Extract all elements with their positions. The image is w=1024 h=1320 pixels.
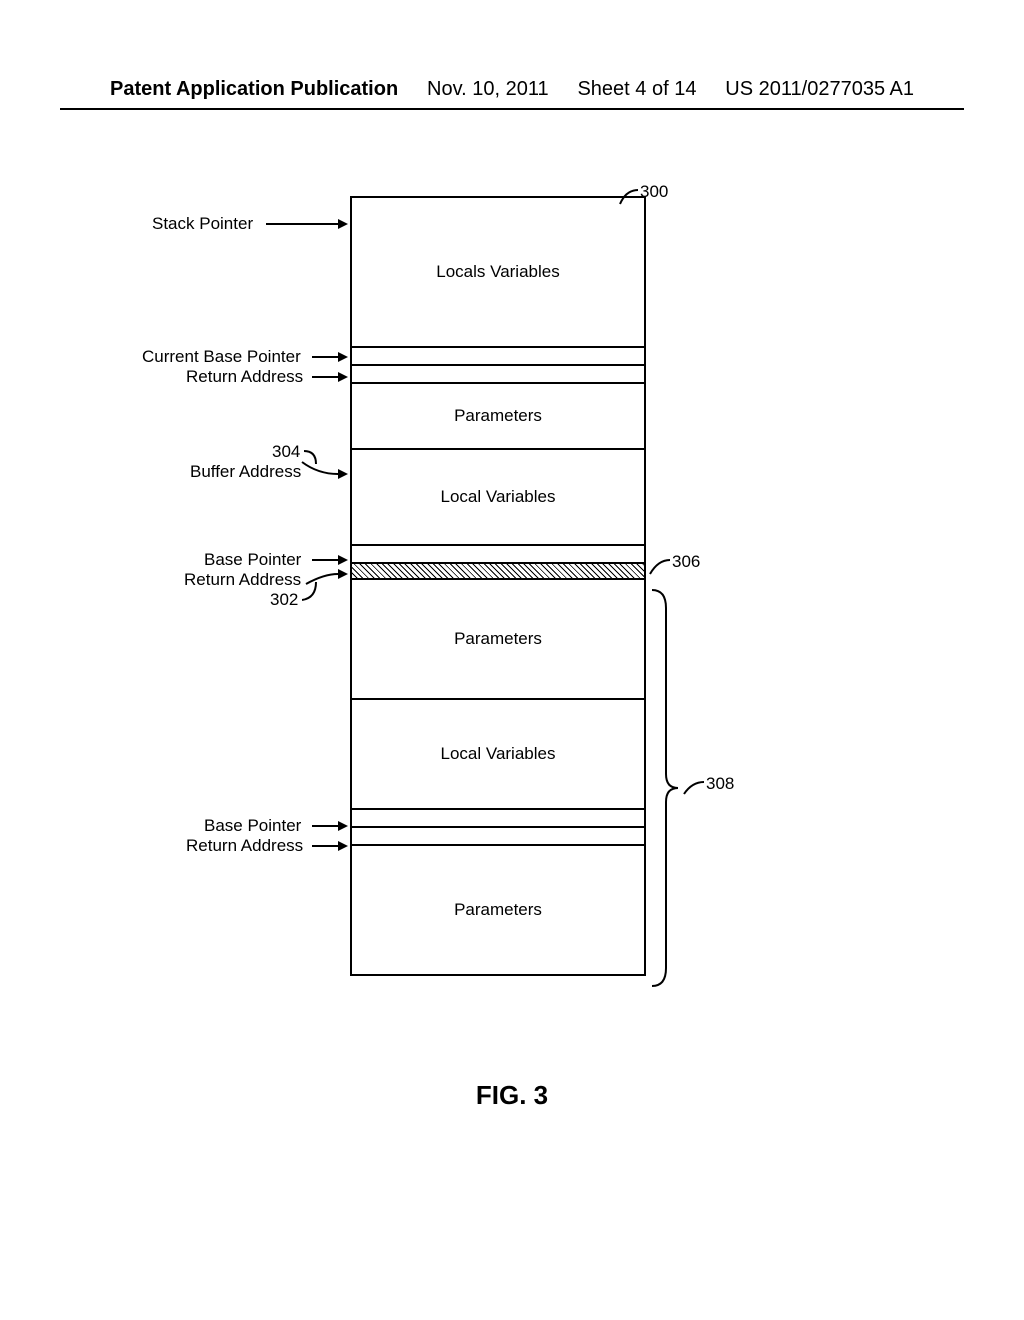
callout-306-hook	[648, 558, 672, 578]
page-header: Patent Application Publication Nov. 10, …	[0, 78, 1024, 101]
header-left: Patent Application Publication	[110, 78, 398, 101]
label-stack-pointer: Stack Pointer	[152, 214, 253, 234]
stack-diagram: Locals Variables Parameters Local Variab…	[350, 196, 646, 976]
figure-caption: FIG. 3	[0, 1080, 1024, 1111]
cell-local-vars-1: Local Variables	[352, 450, 644, 546]
callout-308-hook	[682, 780, 706, 800]
arrow-base-pointer-1	[312, 552, 348, 568]
ref-308: 308	[706, 774, 734, 794]
brace-308	[650, 588, 680, 988]
callout-300-hook	[616, 188, 640, 208]
ref-304: 304	[272, 442, 300, 462]
ref-300: 300	[640, 182, 668, 202]
header-docnum: US 2011/0277035 A1	[725, 78, 914, 101]
cell-parameters-3: Parameters	[352, 846, 644, 974]
arrow-buffer-address	[300, 460, 348, 482]
label-base-pointer-1: Base Pointer	[204, 550, 301, 570]
arrow-stack-pointer	[266, 216, 348, 232]
header-date: Nov. 10, 2011	[427, 78, 549, 101]
cell-locals-top: Locals Variables	[352, 198, 644, 348]
label-return-address-3: Return Address	[186, 836, 303, 856]
header-rule	[60, 108, 964, 110]
label-return-address-1: Return Address	[186, 367, 303, 387]
label-base-pointer-2: Base Pointer	[204, 816, 301, 836]
arrow-base-pointer-2	[312, 818, 348, 834]
ref-306: 306	[672, 552, 700, 572]
arrow-current-base-pointer	[312, 349, 348, 365]
label-return-address-2: Return Address	[184, 570, 301, 590]
label-buffer-address: Buffer Address	[190, 462, 301, 482]
cell-current-base-pointer	[352, 348, 644, 366]
arrow-return-address-1	[312, 369, 348, 385]
cell-local-vars-2: Local Variables	[352, 700, 644, 810]
arrow-return-address-3	[312, 838, 348, 854]
cell-base-pointer-1	[352, 546, 644, 564]
callout-302-hook	[302, 582, 324, 606]
ref-302: 302	[270, 590, 298, 610]
cell-base-pointer-2	[352, 810, 644, 828]
label-current-base-pointer: Current Base Pointer	[142, 347, 301, 367]
cell-return-address-3	[352, 828, 644, 846]
cell-return-address-1	[352, 366, 644, 384]
header-sheet: Sheet 4 of 14	[577, 78, 696, 101]
cell-hatched-return-address	[352, 564, 644, 580]
cell-parameters-2: Parameters	[352, 580, 644, 700]
cell-parameters-1: Parameters	[352, 384, 644, 450]
